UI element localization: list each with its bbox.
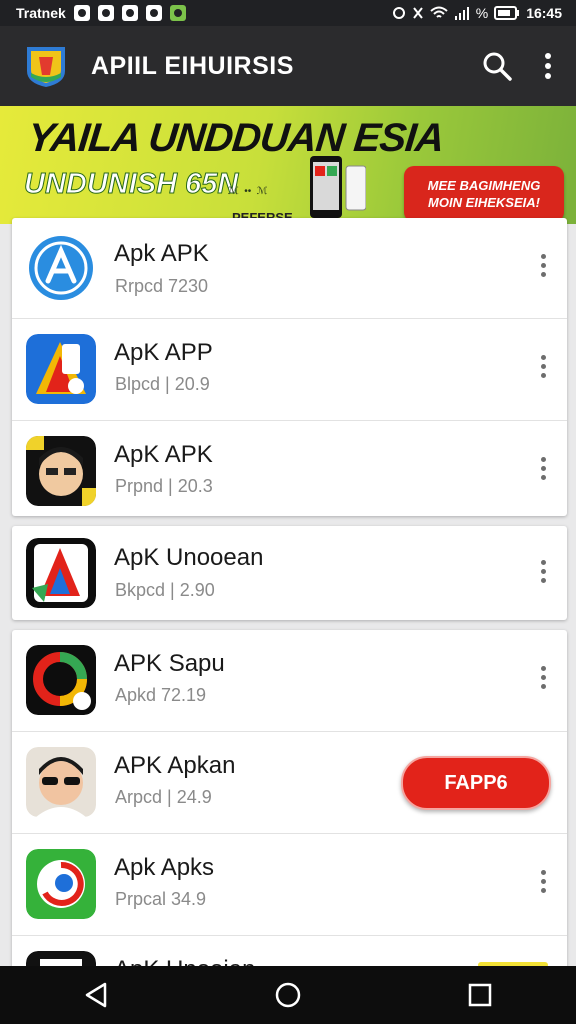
back-icon[interactable] [83,981,109,1009]
more-vert-icon[interactable] [544,53,552,79]
app-list-card: Apk APK Rrpcd 7230 ApK APP Blpcd | 20.9 … [12,218,567,516]
carrier-label: Tratnek [16,5,66,21]
app-name: ApK APP [114,339,213,366]
more-vert-icon[interactable] [539,254,547,282]
app-meta: Rrpcd 7230 [115,276,209,296]
more-vert-icon[interactable] [539,870,547,898]
app-name: APK Sapu [114,650,225,677]
wifi-icon [430,6,448,18]
app-title: APIIL EIHUIRSIS [91,51,294,80]
app-meta: Blpcd | 20.9 [115,374,210,394]
more-vert-icon[interactable] [539,560,547,588]
app-bar: APIIL EIHUIRSIS [0,26,576,106]
install-button[interactable]: FAPP6 [401,756,551,810]
notification-app-icon [73,5,90,21]
battery-percent: % [475,5,489,21]
more-vert-icon[interactable] [539,457,547,485]
app-name: Apk Apks [114,854,215,881]
app-list-card: APK Sapu Apkd 72.19 APK Apkan Arpcd | 24… [12,630,567,970]
list-item[interactable]: Apk Apks Prpcal 34.9 [12,834,567,936]
app-meta: Bkpcd | 2.90 [115,580,215,600]
app-green-ring-icon [26,849,96,919]
banner-headline: YAILA UNDDUAN ESIA [25,116,446,160]
banner-cta-button[interactable]: MEE BAGIMHENG MOIN EIHEKSEIA! [404,166,564,222]
banner-cta-line1: MEE BAGIMHENG [427,178,541,193]
app-color-ring-icon [26,645,96,715]
app-name: APK Apkan [114,752,236,779]
notification-image-icon [121,5,138,21]
app-sunglasses-avatar-icon [26,747,96,817]
notification-green-icon [169,5,186,21]
search-icon[interactable] [482,51,512,81]
recents-icon[interactable] [467,982,493,1008]
list-item[interactable]: ApK APK Prpnd | 20.3 [12,421,567,516]
app-meta: Prpnd | 20.3 [115,476,213,496]
banner-cta-line2: MOIN EIHEKSEIA! [428,195,540,210]
list-item[interactable]: APK Sapu Apkd 72.19 [12,630,567,732]
notification-shield-icon [97,5,114,21]
list-item[interactable]: ApK Unooean Bkpcd | 2.90 [12,526,567,620]
promo-banner[interactable]: YAILA UNDDUAN ESIA UNDUNISH 65N ℳ •• ℳ P… [0,106,576,224]
clock: 16:45 [526,5,562,21]
app-triangle-dark-icon [26,538,96,608]
system-nav-bar [0,966,576,1024]
app-meta: Prpcal 34.9 [115,889,207,909]
vibrate-icon [412,7,423,19]
notification-camera-icon [145,5,162,21]
banner-phone-image [310,156,366,218]
app-list-card: ApK Unooean Bkpcd | 2.90 [12,526,567,620]
app-avatar-icon [26,436,96,506]
signal-icon [454,7,469,20]
more-vert-icon[interactable] [539,355,547,383]
banner-small-text: ℳ •• ℳ [228,186,268,197]
banner-subheadline: UNDUNISH 65N [23,168,239,201]
list-item[interactable]: ApK APP Blpcd | 20.9 [12,319,567,421]
app-meta: Apkd 72.19 [115,685,207,705]
home-icon[interactable] [274,981,302,1009]
app-meta: Arpcd | 24.9 [115,787,212,807]
app-name: ApK Unooean [114,544,264,571]
list-item[interactable]: Apk APK Rrpcd 7230 [12,218,567,319]
alarm-icon [392,7,405,19]
app-name: Apk APK [114,240,209,267]
status-bar: Tratnek % 16:45 [0,0,576,26]
app-logo-icon[interactable] [23,43,69,89]
app-triangle-icon [26,334,96,404]
list-item[interactable]: APK Apkan Arpcd | 24.9 FAPP6 [12,732,567,834]
more-vert-icon[interactable] [539,666,547,694]
app-name: ApK APK [114,441,213,468]
app-store-icon [26,233,96,303]
battery-icon [494,6,520,20]
